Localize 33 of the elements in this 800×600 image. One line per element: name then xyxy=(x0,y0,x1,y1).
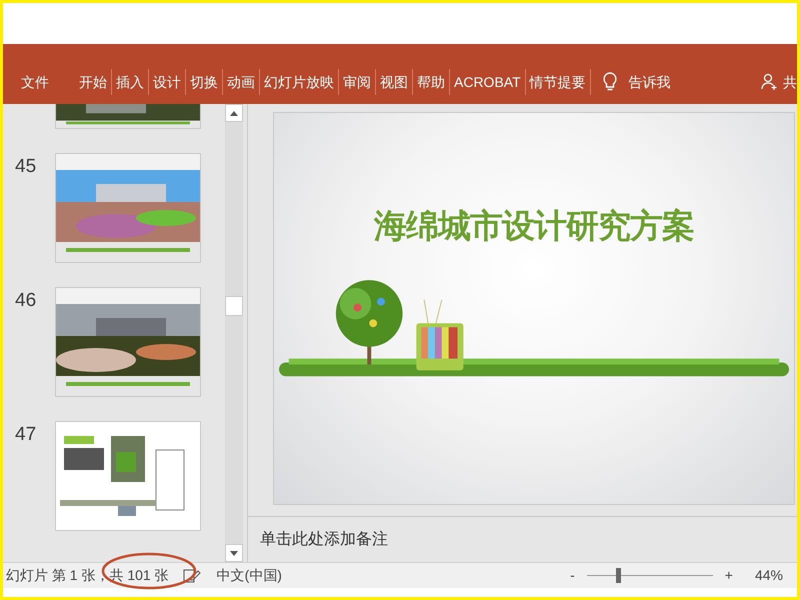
ribbon-tab[interactable]: 切换 xyxy=(186,69,222,95)
add-person-icon xyxy=(761,73,779,91)
slide-number: 47 xyxy=(15,424,36,445)
ribbon-tab[interactable]: 开始 xyxy=(75,69,111,95)
zoom-out-button[interactable]: - xyxy=(566,565,579,586)
ribbon-tab[interactable]: 情节提要 xyxy=(526,69,590,95)
notes-placeholder[interactable]: 单击此处添加备注 xyxy=(260,528,388,552)
slide-canvas[interactable]: 海绵城市设计研究方案 xyxy=(273,112,795,505)
ribbon-tab[interactable]: 帮助 xyxy=(413,69,449,95)
tell-me-button[interactable]: 告诉我 xyxy=(590,72,695,92)
scroll-thumb[interactable] xyxy=(225,296,243,316)
ribbon-tab[interactable]: 视图 xyxy=(376,69,412,95)
ribbon-tab[interactable]: 幻灯片放映 xyxy=(260,69,338,95)
language-label[interactable]: 中文(中国) xyxy=(216,565,282,586)
share-button[interactable]: 共 xyxy=(761,72,797,92)
scrollbar[interactable] xyxy=(225,104,243,562)
ribbon-tab[interactable]: 设计 xyxy=(149,69,185,95)
ribbon-tab[interactable]: 插入 xyxy=(112,69,148,95)
ribbon-tab[interactable]: ACROBAT xyxy=(450,69,525,95)
scroll-up-icon[interactable] xyxy=(225,104,243,122)
ribbon-tab[interactable]: 审阅 xyxy=(339,69,375,95)
slide-number: 46 xyxy=(15,290,36,311)
ribbon-tab[interactable]: 动画 xyxy=(223,69,259,95)
zoom-thumb[interactable] xyxy=(616,568,622,583)
scroll-down-icon[interactable] xyxy=(225,544,243,562)
zoom-in-button[interactable]: + xyxy=(720,565,737,586)
notes-icon[interactable] xyxy=(182,568,201,584)
ribbon-tab[interactable]: 文件 xyxy=(13,69,75,95)
slide-title: 海绵城市设计研究方案 xyxy=(374,206,694,246)
slide-number: 45 xyxy=(15,156,36,177)
zoom-slider[interactable] xyxy=(586,568,713,583)
lightbulb-icon xyxy=(602,72,617,92)
zoom-percent[interactable]: 44% xyxy=(754,565,783,586)
